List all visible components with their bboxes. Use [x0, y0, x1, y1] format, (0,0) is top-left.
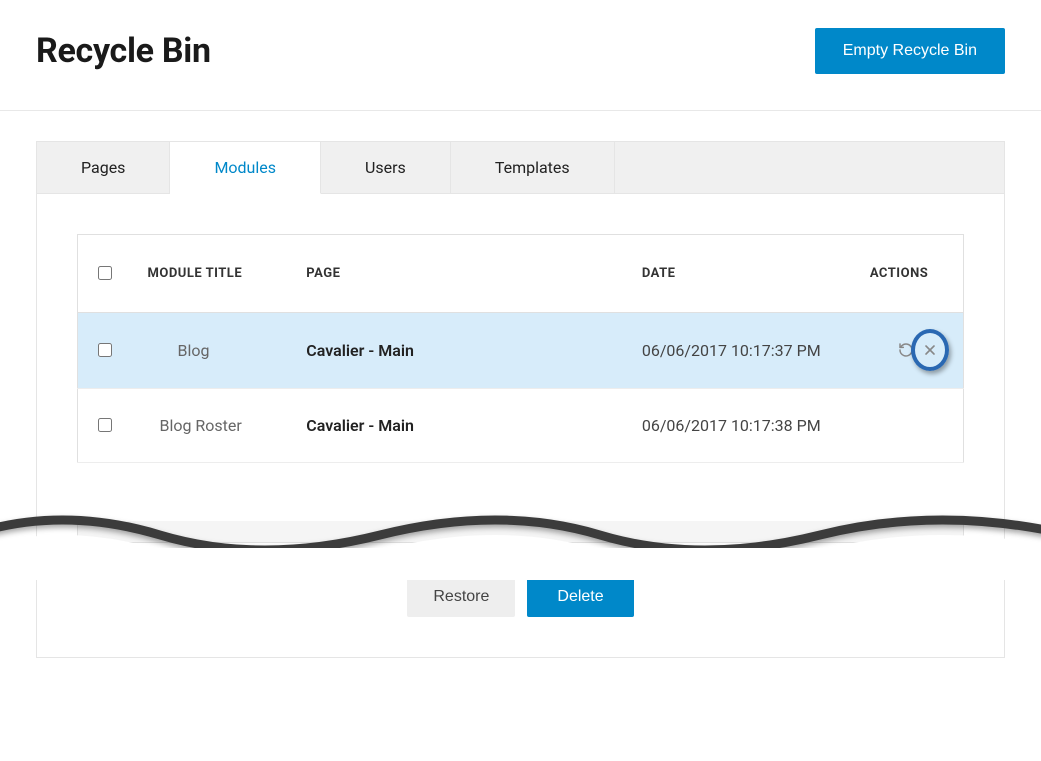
footer-buttons: Restore Delete — [37, 543, 1004, 657]
page-header: Recycle Bin Empty Recycle Bin — [0, 0, 1041, 111]
tab-templates[interactable]: Templates — [451, 142, 615, 193]
page-text: Cavalier - Main — [290, 313, 626, 389]
table-container: MODULE TITLE PAGE DATE ACTIONS Blog Cava… — [37, 194, 1004, 463]
restore-icon[interactable] — [895, 339, 917, 361]
header-actions: ACTIONS — [854, 235, 964, 313]
tab-pages[interactable]: Pages — [37, 142, 170, 193]
table-row: Blog Roster Cavalier - Main 06/06/2017 1… — [78, 389, 964, 463]
page-title: Recycle Bin — [36, 31, 211, 71]
table-header-row: MODULE TITLE PAGE DATE ACTIONS — [78, 235, 964, 313]
table-footer-strip — [77, 521, 964, 543]
row-checkbox[interactable] — [98, 418, 112, 432]
header-checkbox-cell — [78, 235, 132, 313]
header-module-title: MODULE TITLE — [131, 235, 290, 313]
table-row: Blog Cavalier - Main 06/06/2017 10:17:37… — [78, 313, 964, 389]
empty-recycle-bin-button[interactable]: Empty Recycle Bin — [815, 28, 1005, 74]
page-text: Cavalier - Main — [290, 389, 626, 463]
date-text: 06/06/2017 10:17:37 PM — [626, 313, 854, 389]
modules-table: MODULE TITLE PAGE DATE ACTIONS Blog Cava… — [77, 234, 964, 463]
restore-button[interactable]: Restore — [407, 577, 515, 617]
header-date: DATE — [626, 235, 854, 313]
row-checkbox[interactable] — [98, 343, 112, 357]
recycle-bin-panel: Pages Modules Users Templates MODULE TIT… — [36, 141, 1005, 658]
delete-button[interactable]: Delete — [527, 577, 633, 617]
select-all-checkbox[interactable] — [98, 266, 112, 280]
tab-modules[interactable]: Modules — [170, 142, 321, 194]
module-title-text: Blog Roster — [147, 416, 241, 435]
row-actions — [895, 339, 941, 361]
module-title-text: Blog — [147, 341, 209, 360]
delete-icon[interactable] — [919, 339, 941, 361]
header-page: PAGE — [290, 235, 626, 313]
date-text: 06/06/2017 10:17:38 PM — [626, 389, 854, 463]
tab-bar: Pages Modules Users Templates — [37, 142, 1004, 194]
tab-users[interactable]: Users — [321, 142, 451, 193]
